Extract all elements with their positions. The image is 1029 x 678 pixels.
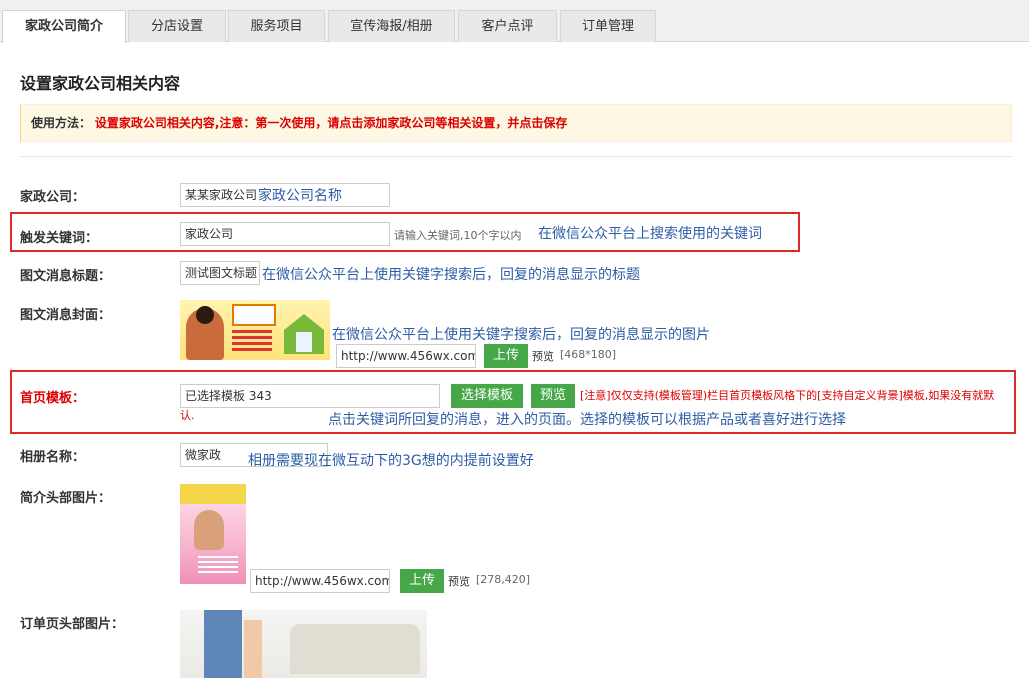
company-value: 某某家政公司 xyxy=(185,188,258,202)
msg-title-annotation: 在微信公众平台上使用关键字搜索后，回复的消息显示的标题 xyxy=(262,267,640,283)
intro-head-url-value: http://www.456wx.com/ xyxy=(255,574,390,588)
company-label: 家政公司： xyxy=(20,190,86,205)
tab-service-items[interactable]: 服务项目 xyxy=(228,10,325,42)
keyword-annotation: 在微信公众平台上搜索使用的关键词 xyxy=(538,226,762,242)
template-label: 首页模板： xyxy=(20,391,86,406)
intro-head-preview-link[interactable]: 预览 xyxy=(448,573,470,589)
album-annotation: 相册需要现在微互动下的3G想的内提前设置好 xyxy=(248,453,534,469)
intro-head-upload-button[interactable]: 上传 xyxy=(400,569,444,593)
company-annotation: 家政公司名称 xyxy=(258,188,342,204)
cover-upload-button[interactable]: 上传 xyxy=(484,344,528,368)
intro-head-size: [278,420] xyxy=(476,573,531,586)
msg-cover-annotation: 在微信公众平台上使用关键字搜索后，回复的消息显示的图片 xyxy=(332,327,710,343)
tab-poster-album[interactable]: 宣传海报/相册 xyxy=(328,10,455,42)
msg-cover-label: 图文消息封面： xyxy=(20,308,112,323)
tab-branch-settings[interactable]: 分店设置 xyxy=(128,10,226,42)
notice-text: 设置家政公司相关内容,注意：第一次使用，请点击添加家政公司等相关设置，并点击保存 xyxy=(94,116,568,130)
tab-customer-reviews[interactable]: 客户点评 xyxy=(458,10,557,42)
cover-preview-link[interactable]: 预览 xyxy=(532,348,554,364)
keyword-input[interactable]: 家政公司 xyxy=(180,222,390,246)
cover-url-input[interactable]: http://www.456wx.com/ xyxy=(336,344,476,368)
keyword-value: 家政公司 xyxy=(185,227,234,241)
tab-company-intro[interactable]: 家政公司简介 xyxy=(2,10,126,43)
cover-image xyxy=(180,300,330,360)
intro-head-url-input[interactable]: http://www.456wx.com/ xyxy=(250,569,390,593)
order-head-label: 订单页头部图片： xyxy=(20,617,125,632)
intro-head-label: 简介头部图片： xyxy=(20,491,112,506)
tab-order-management[interactable]: 订单管理 xyxy=(560,10,656,42)
keyword-hint: 请输入关键词,10个字以内 xyxy=(394,229,522,242)
msg-title-input[interactable]: 测试图文标题 xyxy=(180,261,260,285)
album-label: 相册名称： xyxy=(20,450,86,465)
album-value: 微家政 xyxy=(185,448,222,462)
intro-head-image xyxy=(180,484,246,584)
page-title: 设置家政公司相关内容 xyxy=(20,74,181,93)
msg-title-label: 图文消息标题： xyxy=(20,269,112,284)
divider xyxy=(20,156,1012,157)
notice-label: 使用方法： xyxy=(31,116,92,130)
template-annotation: 点击关键词所回复的消息，进入的页面。选择的模板可以根据产品或者喜好进行选择 xyxy=(328,412,846,428)
cover-size: [468*180] xyxy=(560,348,617,361)
tab-bar: 家政公司简介 分店设置 服务项目 宣传海报/相册 客户点评 订单管理 xyxy=(0,0,1029,43)
usage-notice: 使用方法： 设置家政公司相关内容,注意：第一次使用，请点击添加家政公司等相关设置… xyxy=(20,104,1012,142)
cover-url-value: http://www.456wx.com/ xyxy=(341,349,476,363)
keyword-label: 触发关键词： xyxy=(20,231,99,246)
order-head-image xyxy=(180,610,427,678)
msg-title-value: 测试图文标题 xyxy=(185,266,258,280)
